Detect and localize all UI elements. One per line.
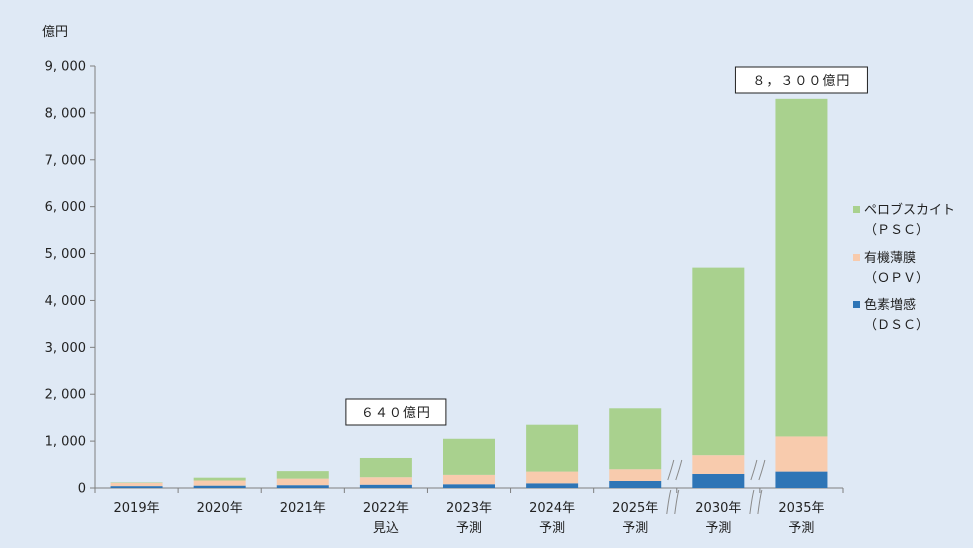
bar-segment <box>276 478 329 486</box>
x-tick-label: 2022年 <box>363 501 409 516</box>
chart-svg: 億円 0 1, 000 2, 000 3, 000 4, 000 5, 000 6, 000… <box>42 24 955 536</box>
bar-segment <box>276 485 329 488</box>
bar-segment <box>609 480 662 488</box>
legend-label: 色素増感 <box>864 297 916 313</box>
y-tick-label: 7, 000 <box>45 153 86 168</box>
bar-segment <box>775 471 828 488</box>
bar-segment <box>775 98 828 437</box>
x-tick-label: 2023年 <box>446 501 492 516</box>
bar-segment <box>193 485 246 488</box>
bar-segment <box>692 473 745 488</box>
legend-label: （ＯＰＶ） <box>864 271 929 286</box>
legend-label: ペロブスカイト <box>864 202 955 218</box>
bar-segment <box>609 408 662 470</box>
x-tick-label: 2019年 <box>114 501 160 516</box>
bar-segment <box>692 267 745 456</box>
x-tick-label: 予測 <box>539 521 565 536</box>
legend-label: （ＰＳＣ） <box>864 223 929 238</box>
bar-segment <box>692 455 745 474</box>
annotation-label: ８，３００億円 <box>752 73 850 89</box>
bar-segment <box>526 424 579 472</box>
y-tick-label: 0 <box>78 482 86 497</box>
bar-segment <box>110 486 163 488</box>
x-tick-label: 2030年 <box>695 501 741 516</box>
bar-segment <box>359 457 412 478</box>
bar-segment <box>443 438 495 475</box>
y-tick-label: 8, 000 <box>45 106 86 121</box>
y-tick-label: 6, 000 <box>45 200 86 215</box>
legend-label: 有機薄膜 <box>864 251 916 266</box>
x-tick-label: 予測 <box>705 521 731 536</box>
bar-segment <box>526 471 579 484</box>
x-tick-label: 予測 <box>456 521 482 536</box>
bar-segment <box>526 483 579 488</box>
axis-break-mark <box>666 459 675 515</box>
legend: ペロブスカイト （ＰＳＣ） 有機薄膜 （ＯＰＶ） 色素増感 （ＤＳＣ） <box>853 202 955 333</box>
bar-segment <box>193 480 246 486</box>
y-tick-label: 4, 000 <box>45 294 86 309</box>
x-tick-label: 予測 <box>622 521 648 536</box>
annotation-label: ６４０億円 <box>361 405 431 421</box>
chart: 億円 0 1, 000 2, 000 3, 000 4, 000 5, 000 6, 000… <box>0 0 973 548</box>
bar-segment <box>359 477 412 485</box>
y-tick-label: 2, 000 <box>45 388 86 403</box>
legend-swatch <box>853 301 860 308</box>
bar-segment <box>193 477 246 481</box>
legend-swatch <box>853 206 860 213</box>
axis-break-mark <box>757 459 766 515</box>
y-axis-unit-label: 億円 <box>42 24 68 40</box>
x-tick-label: 見込 <box>373 521 399 536</box>
x-tick-label: 2035年 <box>778 501 824 516</box>
bar-segment <box>609 469 662 481</box>
y-tick-label: 5, 000 <box>45 247 86 262</box>
bar-segment <box>443 474 495 485</box>
axis-break-mark <box>749 459 758 515</box>
x-tick-label: 2020年 <box>197 501 243 516</box>
y-tick-label: 1, 000 <box>45 435 86 450</box>
y-tick-label: 9, 000 <box>45 60 86 75</box>
x-tick-label: 2025年 <box>612 501 658 516</box>
x-tick-label: 予測 <box>788 521 814 536</box>
bar-segment <box>443 484 495 488</box>
x-tick-label: 2021年 <box>280 501 326 516</box>
bar-segment <box>110 482 163 487</box>
bars <box>110 98 828 488</box>
axis-break-mark <box>674 459 683 515</box>
y-tick-label: 3, 000 <box>45 341 86 356</box>
bar-segment <box>359 484 412 488</box>
legend-label: （ＤＳＣ） <box>864 318 929 333</box>
legend-swatch <box>853 254 860 261</box>
bar-segment <box>775 436 828 472</box>
x-tick-label: 2024年 <box>529 501 575 516</box>
bar-segment <box>276 471 329 479</box>
